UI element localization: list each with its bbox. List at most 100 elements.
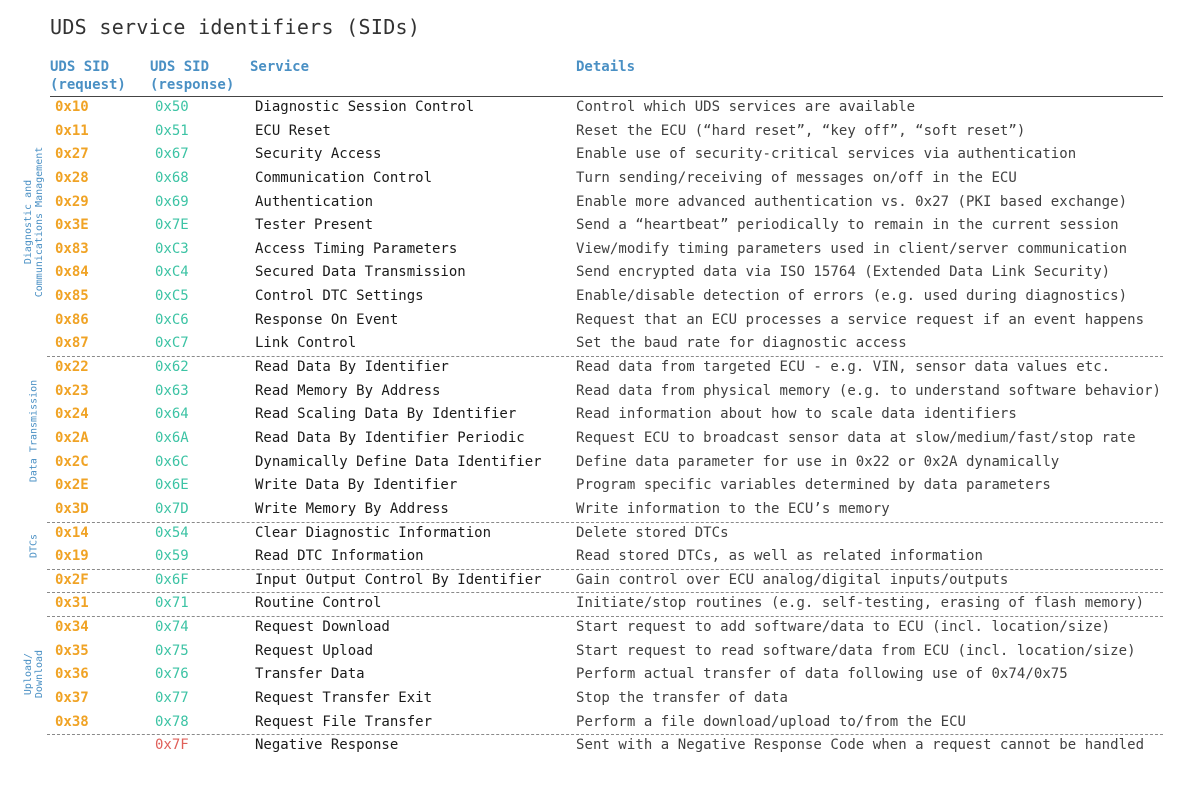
service-name: Write Memory By Address xyxy=(255,500,449,517)
table-row: 0x3D 0x7D Write Memory By Address Write inf… xyxy=(0,498,1200,522)
response-sid: 0x51 xyxy=(155,122,189,139)
service-name: Security Access xyxy=(255,146,382,163)
response-sid: 0x63 xyxy=(155,382,189,399)
header-response-line1: UDS SID xyxy=(150,59,210,75)
response-sid: 0x6E xyxy=(155,477,189,494)
service-name: Read Memory By Address xyxy=(255,382,441,399)
response-sid: 0x69 xyxy=(155,193,189,210)
response-sid: 0x6F xyxy=(155,571,189,588)
service-name: Input Output Control By Identifier xyxy=(255,571,542,588)
service-details: Gain control over ECU analog/digital inp… xyxy=(576,571,1009,588)
service-details: Perform actual transfer of data followin… xyxy=(576,666,1068,683)
table-row: 0x85 0xC5 Control DTC Settings Enable/disab… xyxy=(0,285,1200,309)
response-sid: 0x50 xyxy=(155,99,189,115)
service-details: Control which UDS services are available xyxy=(576,99,916,115)
request-sid: 0x38 xyxy=(55,713,89,730)
request-sid: 0x31 xyxy=(55,595,89,612)
response-sid: 0x7F xyxy=(155,737,189,754)
table-row: 0x3E 0x7E Tester Present Send a “heartbeat”… xyxy=(0,214,1200,238)
table-row: 0x29 0x69 Authentication Enable more advanc… xyxy=(0,191,1200,215)
service-name: Request File Transfer xyxy=(255,713,433,730)
service-details: Write information to the ECU’s memory xyxy=(576,500,890,517)
request-sid: 0x24 xyxy=(55,406,89,423)
table-row: 0x2E 0x6E Write Data By Identifier Program … xyxy=(0,474,1200,498)
service-details: View/modify timing parameters used in cl… xyxy=(576,240,1128,257)
response-sid: 0x6A xyxy=(155,429,189,446)
request-sid: 0x85 xyxy=(55,288,89,305)
table-row: 0x22 0x62 Read Data By Identifier Read data… xyxy=(0,356,1200,380)
service-details: Start request to read software/data from… xyxy=(576,642,1136,659)
request-sid: 0x35 xyxy=(55,642,89,659)
response-sid: 0x62 xyxy=(155,359,189,376)
group-separator xyxy=(47,522,1163,523)
service-name: Link Control xyxy=(255,335,357,352)
service-name: Request Upload xyxy=(255,642,374,659)
response-sid: 0x7E xyxy=(155,217,189,234)
response-sid: 0x68 xyxy=(155,169,189,186)
request-sid: 0x87 xyxy=(55,335,89,352)
response-sid: 0x77 xyxy=(155,690,189,706)
request-sid: 0x2A xyxy=(55,429,89,446)
service-details: Request ECU to broadcast sensor data at … xyxy=(576,429,1136,446)
request-sid: 0x27 xyxy=(55,146,89,163)
request-sid: 0x14 xyxy=(55,524,89,541)
response-sid: 0x74 xyxy=(155,619,189,636)
header-request-sid: UDS SID (request) xyxy=(50,58,126,94)
request-sid: 0x2C xyxy=(55,453,89,470)
service-name: Communication Control xyxy=(255,169,433,186)
group-label-dtcs: DTCs xyxy=(29,534,40,558)
service-name: Write Data By Identifier xyxy=(255,477,458,494)
request-sid: 0x84 xyxy=(55,264,89,281)
service-details: Program specific variables determined by… xyxy=(576,477,1051,494)
request-sid: 0x36 xyxy=(55,666,89,683)
request-sid: 0x29 xyxy=(55,193,89,210)
group-label-line: Diagnostic and xyxy=(23,179,34,265)
table-row: 0x28 0x68 Communication Control Turn sendin… xyxy=(0,167,1200,191)
service-name: Read Data By Identifier Periodic xyxy=(255,429,525,446)
group-label-line: Upload/ xyxy=(23,652,34,696)
response-sid: 0xC4 xyxy=(155,264,189,281)
response-sid: 0x7D xyxy=(155,500,189,517)
request-sid: 0x19 xyxy=(55,548,89,565)
request-sid: 0x2E xyxy=(55,477,89,494)
response-sid: 0xC6 xyxy=(155,311,189,328)
service-details: Sent with a Negative Response Code when … xyxy=(576,737,1145,754)
service-name: Read DTC Information xyxy=(255,548,424,565)
service-details: Enable use of security-critical services… xyxy=(576,146,1077,163)
group-separator xyxy=(47,734,1163,735)
service-details: Set the baud rate for diagnostic access xyxy=(576,335,907,352)
service-name: Dynamically Define Data Identifier xyxy=(255,453,542,470)
service-name: Read Scaling Data By Identifier xyxy=(255,406,517,423)
request-sid: 0x3D xyxy=(55,500,89,517)
request-sid: 0x86 xyxy=(55,311,89,328)
response-sid: 0xC5 xyxy=(155,288,189,305)
response-sid: 0x59 xyxy=(155,548,189,565)
service-details: Read data from physical memory (e.g. to … xyxy=(576,382,1162,399)
service-details: Enable/disable detection of errors (e.g.… xyxy=(576,288,1128,305)
service-name: Response On Event xyxy=(255,311,399,328)
table-row: 0x2C 0x6C Dynamically Define Data Identifi… xyxy=(0,451,1200,475)
service-name: Read Data By Identifier xyxy=(255,359,449,376)
request-sid: 0x37 xyxy=(55,690,89,706)
table-row: 0x37 0x77 Request Transfer Exit Stop the tr… xyxy=(0,687,1200,711)
group-label-line: Data Transmission xyxy=(28,379,40,483)
table-row: 0x19 0x59 Read DTC Information Read stored … xyxy=(0,545,1200,569)
group-label-diagnostic: Diagnostic and Communications Management xyxy=(23,147,45,298)
table-row: 0x38 0x78 Request File Transfer Perform a f… xyxy=(0,711,1200,735)
table-row: 0x10 0x50 Diagnostic Session Control Contro… xyxy=(0,96,1200,120)
response-sid: 0x76 xyxy=(155,666,189,683)
request-sid: 0x83 xyxy=(55,240,89,257)
service-name: Control DTC Settings xyxy=(255,288,424,305)
request-sid: 0x11 xyxy=(55,122,89,139)
header-request-line1: UDS SID xyxy=(50,59,110,75)
table-row: 0x31 0x71 Routine Control Initiate/stop rou… xyxy=(0,592,1200,616)
page-title: UDS service identifiers (SIDs) xyxy=(50,15,421,39)
service-name: Negative Response xyxy=(255,737,399,754)
response-sid: 0x71 xyxy=(155,595,189,612)
group-separator xyxy=(47,616,1163,617)
header-response-line2: (response) xyxy=(150,77,235,93)
group-separator xyxy=(47,569,1163,570)
group-label-line: Communications Management xyxy=(34,146,45,298)
service-name: Routine Control xyxy=(255,595,382,612)
table-row: 0x14 0x54 Clear Diagnostic Information Dele… xyxy=(0,522,1200,546)
